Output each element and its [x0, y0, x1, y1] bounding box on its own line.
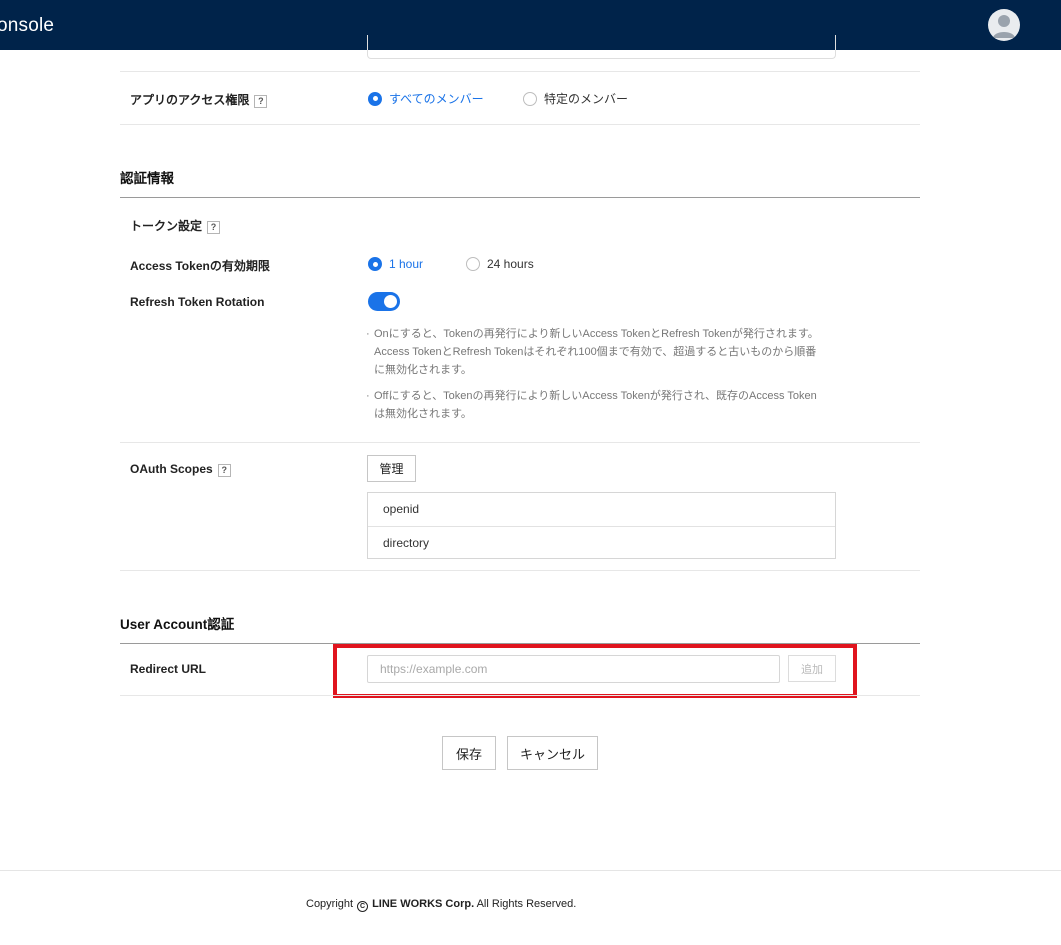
save-button[interactable]: 保存	[442, 736, 496, 770]
note-on-text: Onにすると、Tokenの再発行により新しいAccess TokenとRefre…	[374, 328, 819, 376]
radio-all-members[interactable]: すべてのメンバー	[368, 90, 484, 107]
radio-24-hours[interactable]: 24 hours	[466, 257, 534, 271]
token-settings-row-label: トークン設定?	[130, 217, 221, 234]
refresh-rotation-toggle[interactable]	[368, 292, 400, 311]
divider	[120, 570, 920, 571]
help-icon[interactable]: ?	[254, 95, 268, 108]
user-section-title: User Account認証	[120, 617, 235, 632]
token-settings-label: トークン設定	[130, 219, 203, 233]
section-divider	[120, 197, 920, 198]
user-icon	[993, 15, 1015, 38]
radio-24-hours-label: 24 hours	[487, 257, 534, 271]
note-off-text: Offにすると、Tokenの再発行により新しいAccess Tokenが発行され…	[374, 390, 817, 420]
access-label: アプリのアクセス権限	[130, 93, 250, 107]
oauth-label: OAuth Scopes	[130, 462, 213, 476]
radio-all-members-label: すべてのメンバー	[389, 92, 484, 106]
copyright-icon: C	[357, 901, 369, 912]
radio-unselected-icon	[523, 91, 537, 106]
help-icon[interactable]: ?	[207, 221, 221, 234]
radio-1-hour[interactable]: 1 hour	[368, 257, 423, 271]
highlight-box	[333, 644, 857, 698]
radio-selected-icon	[368, 91, 382, 106]
auth-section-title: 認証情報	[120, 171, 174, 186]
company-name: LINE WORKS Corp.	[372, 898, 475, 910]
divider	[120, 442, 920, 443]
previous-input-field[interactable]	[367, 35, 836, 59]
app-title: onsole	[0, 15, 55, 36]
help-icon[interactable]: ?	[217, 464, 231, 477]
cancel-button[interactable]: キャンセル	[507, 736, 598, 770]
redirect-url-label: Redirect URL	[130, 662, 207, 676]
footer: Copyright C LINE WORKS Corp. All Rights Re…	[306, 898, 576, 912]
scope-list: openid directory	[367, 492, 836, 559]
manage-scopes-button[interactable]: 管理	[367, 455, 416, 482]
divider	[120, 71, 920, 72]
rights-text: All Rights Reserved.	[476, 898, 577, 910]
access-token-label: Access Tokenの有効期限	[130, 259, 270, 273]
radio-1-hour-label: 1 hour	[389, 257, 424, 271]
list-item: openid	[383, 502, 420, 516]
divider	[120, 124, 920, 125]
radio-specific-members[interactable]: 特定のメンバー	[523, 90, 628, 107]
note-on: · Onにすると、Tokenの再発行により新しいAccess TokenとRef…	[366, 325, 826, 379]
list-item: directory	[368, 526, 835, 559]
radio-unselected-icon	[466, 257, 480, 271]
footer-divider	[0, 870, 1061, 871]
oauth-row-label: OAuth Scopes?	[130, 462, 231, 477]
avatar[interactable]	[988, 9, 1020, 41]
access-row-label: アプリのアクセス権限?	[130, 91, 268, 108]
copyright-prefix: Copyright	[306, 898, 354, 910]
radio-specific-members-label: 特定のメンバー	[544, 92, 629, 106]
note-off: · Offにすると、Tokenの再発行により新しいAccess Tokenが発行…	[366, 387, 826, 423]
toggle-knob	[384, 295, 397, 308]
radio-selected-icon	[368, 257, 382, 271]
refresh-rotation-label: Refresh Token Rotation	[130, 295, 265, 309]
divider	[120, 695, 920, 696]
